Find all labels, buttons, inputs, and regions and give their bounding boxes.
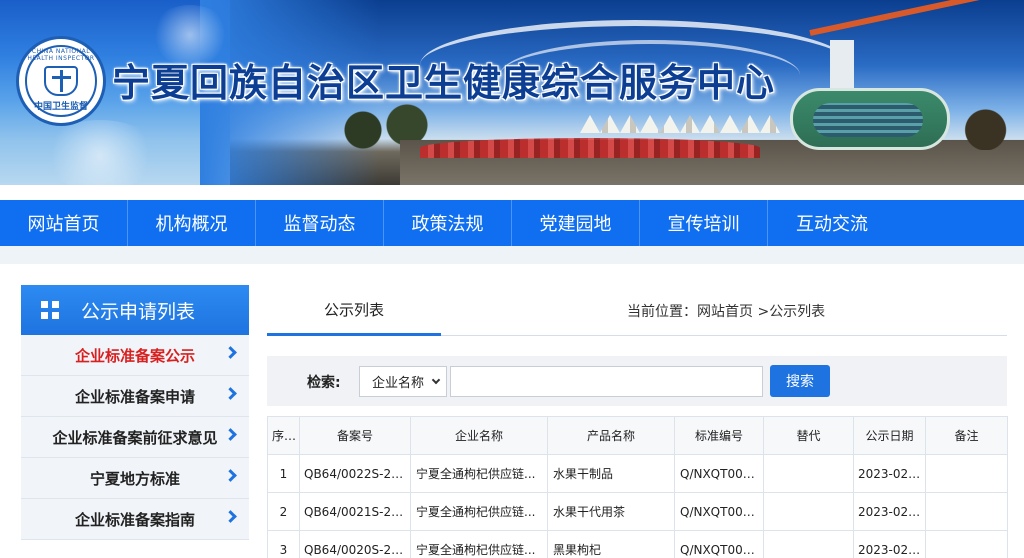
cell-date: 2023-02-07 — [853, 530, 926, 558]
cell-replaces — [763, 530, 854, 558]
logo-ring-text: CHINA NATIONAL HEALTH INSPECTOR — [27, 48, 95, 62]
sidebar-item-local-standards[interactable]: 宁夏地方标准 — [21, 458, 249, 499]
search-label: 检索: — [307, 375, 341, 391]
health-inspection-logo: CHINA NATIONAL HEALTH INSPECTOR 中国卫生监督 — [16, 36, 106, 126]
cell-standard-no: Q/NXQT004... — [674, 454, 764, 493]
nav-item-interaction[interactable]: 互动交流 — [768, 200, 896, 246]
column-header-index: 序号 — [267, 416, 300, 455]
header-banner: CHINA NATIONAL HEALTH INSPECTOR 中国卫生监督 宁… — [0, 0, 1024, 185]
cell-filing-no[interactable]: QB64/0020S-2023 — [299, 530, 411, 558]
nav-item-home[interactable]: 网站首页 — [0, 200, 128, 246]
cell-product: 水果干制品 — [547, 454, 675, 493]
chevron-right-icon — [224, 428, 237, 441]
column-header-product: 产品名称 — [547, 416, 675, 455]
search-bar: 检索: 企业名称 搜索 — [267, 356, 1007, 406]
table-header-row: 序号 备案号 企业名称 产品名称 标准编号 替代 公示日期 备注 — [267, 416, 1008, 455]
breadcrumb-prefix: 当前位置： — [627, 304, 697, 320]
breadcrumb-home-link[interactable]: 网站首页 — [697, 304, 753, 320]
cell-index: 3 — [267, 530, 300, 558]
chevron-right-icon — [224, 387, 237, 400]
search-field-select[interactable]: 企业名称 — [359, 366, 447, 397]
tabs-row: 公示列表 当前位置：网站首页 >公示列表 — [267, 285, 1007, 336]
chevron-right-icon — [224, 346, 237, 359]
cell-index: 1 — [267, 454, 300, 493]
chevron-right-icon — [224, 469, 237, 482]
cell-company[interactable]: 宁夏全通枸杞供应链... — [410, 454, 548, 493]
sidebar-item-label: 企业标准备案公示 — [74, 346, 195, 365]
cell-filing-no[interactable]: QB64/0022S-2023 — [299, 454, 411, 493]
grid-icon — [41, 301, 59, 319]
sidebar-item-standard-application[interactable]: 企业标准备案申请 — [21, 376, 249, 417]
sidebar-item-pre-filing-opinion[interactable]: 企业标准备案前征求意见 — [21, 417, 249, 458]
search-button[interactable]: 搜索 — [770, 365, 830, 397]
sidebar-item-label: 企业标准备案申请 — [74, 387, 195, 406]
sidebar-title: 公示申请列表 — [81, 300, 196, 323]
cell-company[interactable]: 宁夏全通枸杞供应链... — [410, 530, 548, 558]
cell-index: 2 — [267, 492, 300, 531]
nav-item-training[interactable]: 宣传培训 — [640, 200, 768, 246]
logo-bottom-text: 中国卫生监督 — [33, 102, 88, 112]
cell-remarks — [925, 454, 1008, 493]
sidebar-item-label: 企业标准备案前征求意见 — [52, 428, 218, 447]
column-header-company: 企业名称 — [410, 416, 548, 455]
cell-date: 2023-02-07 — [853, 454, 926, 493]
main-nav: 网站首页 机构概况 监督动态 政策法规 党建园地 宣传培训 互动交流 — [0, 200, 1024, 246]
cell-replaces — [763, 454, 854, 493]
sidebar-item-label: 企业标准备案指南 — [74, 510, 195, 529]
search-input[interactable] — [450, 366, 763, 397]
nav-item-party[interactable]: 党建园地 — [512, 200, 640, 246]
cell-standard-no: Q/NXQT004... — [674, 530, 764, 558]
cell-date: 2023-02-07 — [853, 492, 926, 531]
sidebar-item-standard-publicity[interactable]: 企业标准备案公示 — [21, 335, 249, 376]
nav-item-news[interactable]: 监督动态 — [256, 200, 384, 246]
cell-remarks — [925, 492, 1008, 531]
column-header-filing-no: 备案号 — [299, 416, 411, 455]
publicity-table: 序号 备案号 企业名称 产品名称 标准编号 替代 公示日期 备注 1 QB64/… — [267, 416, 1008, 558]
emblem-icon — [44, 66, 78, 96]
chevron-right-icon — [224, 510, 237, 523]
nav-item-policy[interactable]: 政策法规 — [384, 200, 512, 246]
table-row[interactable]: 1 QB64/0022S-2023 宁夏全通枸杞供应链... 水果干制品 Q/N… — [267, 454, 1008, 493]
sidebar: 公示申请列表 企业标准备案公示 企业标准备案申请 企业标准备案前征求意见 宁夏地… — [21, 285, 249, 540]
main-panel: 公示列表 当前位置：网站首页 >公示列表 — [267, 285, 1007, 336]
sidebar-item-label: 宁夏地方标准 — [89, 469, 180, 488]
breadcrumb-separator: > — [753, 304, 770, 320]
cell-filing-no[interactable]: QB64/0021S-2023 — [299, 492, 411, 531]
sidebar-item-filing-guide[interactable]: 企业标准备案指南 — [21, 499, 249, 540]
sidebar-header: 公示申请列表 — [21, 285, 249, 335]
breadcrumb: 当前位置：网站首页 >公示列表 — [627, 301, 825, 321]
nav-item-about[interactable]: 机构概况 — [128, 200, 256, 246]
column-header-remarks: 备注 — [925, 416, 1008, 455]
cell-replaces — [763, 492, 854, 531]
cell-company[interactable]: 宁夏全通枸杞供应链... — [410, 492, 548, 531]
column-header-replaces: 替代 — [763, 416, 854, 455]
chevron-down-icon — [431, 375, 441, 385]
table-row[interactable]: 3 QB64/0020S-2023 宁夏全通枸杞供应链... 黑果枸杞 Q/NX… — [267, 530, 1008, 558]
table-row[interactable]: 2 QB64/0021S-2023 宁夏全通枸杞供应链... 水果干代用茶 Q/… — [267, 492, 1008, 531]
tab-publicity-list[interactable]: 公示列表 — [267, 285, 441, 336]
site-title: 宁夏回族自治区卫生健康综合服务中心 — [112, 61, 776, 105]
cell-product: 水果干代用茶 — [547, 492, 675, 531]
search-select-value: 企业名称 — [372, 376, 425, 391]
cell-standard-no: Q/NXQT004... — [674, 492, 764, 531]
cell-product: 黑果枸杞 — [547, 530, 675, 558]
column-header-standard-no: 标准编号 — [674, 416, 764, 455]
cell-remarks — [925, 530, 1008, 558]
column-header-date: 公示日期 — [853, 416, 926, 455]
breadcrumb-current: 公示列表 — [769, 304, 826, 320]
